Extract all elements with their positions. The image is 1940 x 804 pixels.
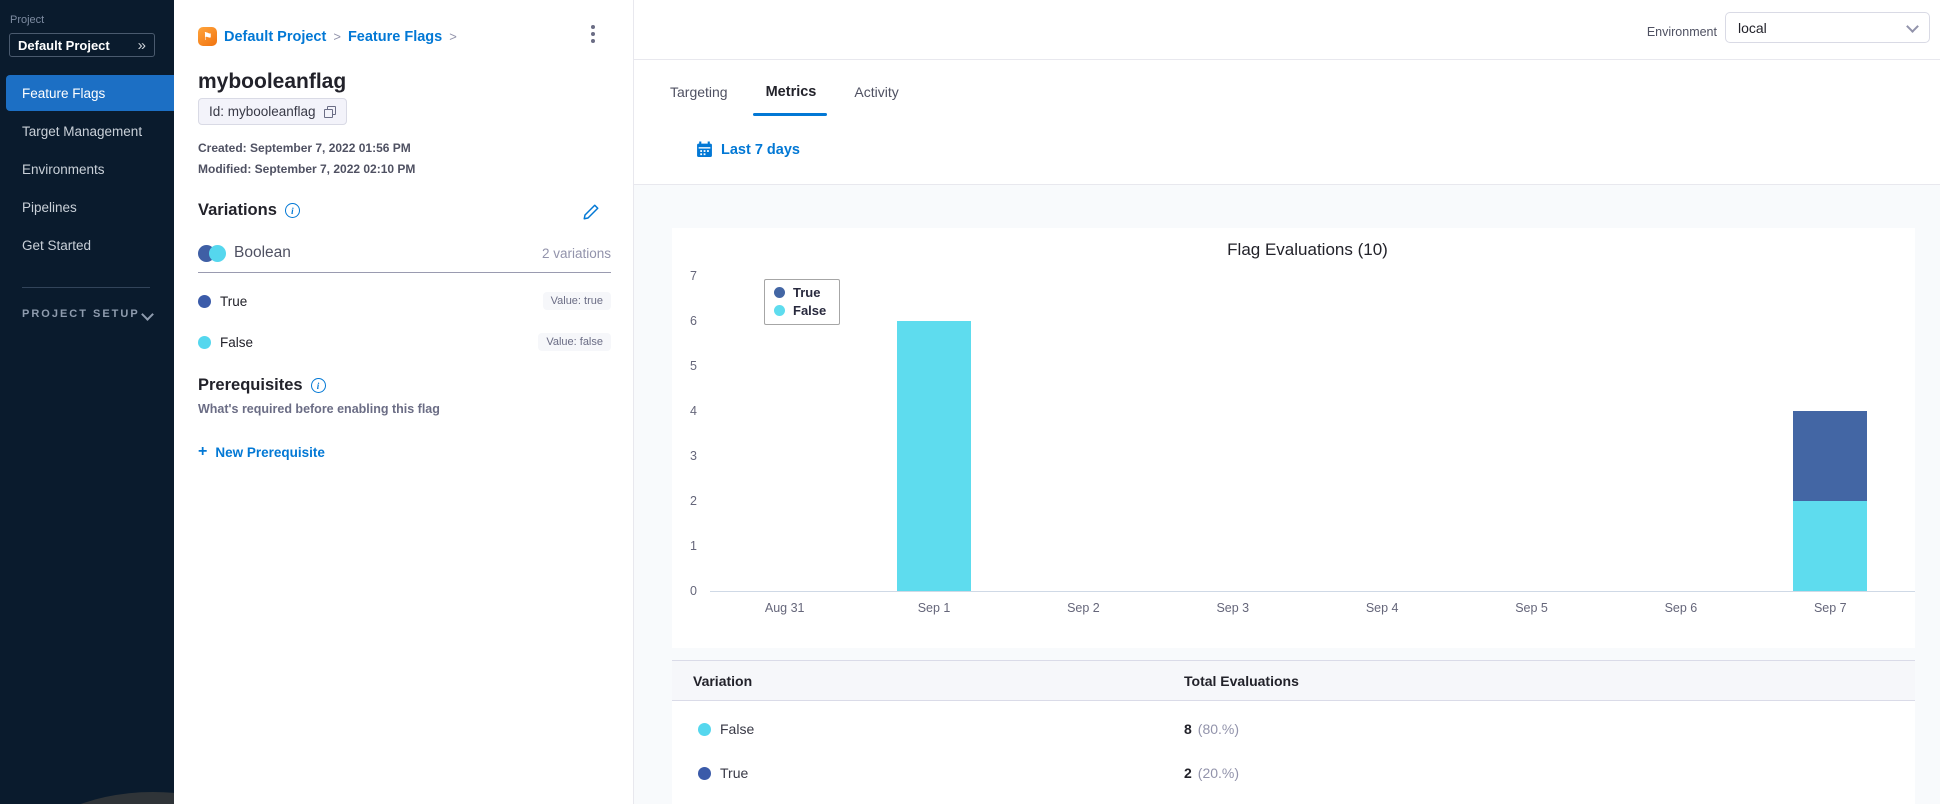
feature-flag-page: Project Default Project » Feature Flags … bbox=[0, 0, 1940, 804]
y-axis-tick-label: 7 bbox=[690, 269, 697, 283]
flag-title: mybooleanflag bbox=[198, 70, 347, 93]
variation-value-badge: Value: false bbox=[538, 333, 611, 351]
chart-legend: True False bbox=[764, 279, 841, 325]
x-axis-tick-label: Sep 7 bbox=[1813, 601, 1847, 615]
sidebar-divider bbox=[22, 287, 150, 288]
sidebar-nav: Feature Flags Target Management Environm… bbox=[0, 73, 174, 265]
plus-icon: + bbox=[198, 443, 208, 460]
true-variation-dot bbox=[198, 294, 211, 308]
metrics-main-area: Environment local Targeting Metrics Acti… bbox=[634, 0, 1940, 804]
prerequisites-title: Prerequisites bbox=[198, 376, 303, 394]
breadcrumb-separator: > bbox=[333, 29, 341, 44]
double-chevron-icon: » bbox=[137, 36, 146, 54]
total-evaluations-value: 2 bbox=[1184, 765, 1192, 781]
x-axis-tick-label: Aug 31 bbox=[764, 601, 805, 615]
y-axis-tick-label: 6 bbox=[690, 314, 697, 328]
prerequisites-description: What's required before enabling this fla… bbox=[198, 402, 440, 416]
total-evaluations-percent: (80.%) bbox=[1197, 721, 1240, 737]
x-axis-tick-label: Sep 5 bbox=[1515, 601, 1548, 615]
false-variation-dot bbox=[198, 335, 211, 349]
y-axis-tick-label: 0 bbox=[690, 584, 697, 598]
flag-id-text: Id: mybooleanflag bbox=[209, 104, 316, 119]
total-evaluations-value: 8 bbox=[1184, 721, 1192, 737]
x-axis-line bbox=[710, 591, 1915, 592]
sidebar-item-pipelines[interactable]: Pipelines bbox=[0, 189, 174, 225]
copy-icon[interactable] bbox=[323, 105, 336, 118]
prerequisites-heading: Prerequisites bbox=[198, 376, 326, 395]
sidebar-item-feature-flags[interactable]: Feature Flags bbox=[6, 75, 174, 111]
table-row-false: False 8 (80.%) bbox=[672, 707, 1915, 751]
table-header-variation: Variation bbox=[693, 672, 753, 689]
flag-id-badge: Id: mybooleanflag bbox=[198, 98, 347, 125]
project-setup-label: PROJECT SETUP bbox=[22, 308, 140, 320]
table-header-total-evaluations: Total Evaluations bbox=[1184, 672, 1299, 689]
variation-name: False bbox=[220, 334, 254, 350]
project-label: Project bbox=[10, 14, 45, 26]
variation-count: 2 variations bbox=[541, 245, 611, 261]
new-prerequisite-label: New Prerequisite bbox=[215, 444, 325, 460]
chevron-down-icon bbox=[141, 307, 154, 321]
y-axis-tick-label: 2 bbox=[690, 494, 697, 508]
bottom-left-decoration bbox=[28, 792, 174, 804]
info-icon[interactable] bbox=[284, 203, 300, 218]
legend-dot bbox=[774, 305, 785, 316]
breadcrumb-project-link[interactable]: Default Project bbox=[224, 29, 326, 45]
x-axis-tick-label: Sep 6 bbox=[1664, 601, 1698, 615]
legend-item-false[interactable]: False bbox=[774, 303, 826, 318]
table-row-true: True 2 (20.%) bbox=[672, 751, 1915, 795]
boolean-type-icon bbox=[198, 244, 226, 262]
false-variation-dot bbox=[698, 722, 711, 736]
flag-detail-panel: ⚑ Default Project > Feature Flags > mybo… bbox=[174, 0, 634, 804]
modified-timestamp: Modified: September 7, 2022 02:10 PM bbox=[198, 162, 416, 176]
sidebar-item-environments[interactable]: Environments bbox=[0, 151, 174, 187]
bar-segment-false bbox=[1793, 501, 1868, 591]
created-timestamp: Created: September 7, 2022 01:56 PM bbox=[198, 141, 411, 155]
variation-row-false: False Value: false bbox=[198, 333, 611, 351]
variation-row-true: True Value: true bbox=[198, 292, 611, 310]
y-axis-tick-label: 4 bbox=[690, 404, 697, 418]
legend-item-true[interactable]: True bbox=[774, 285, 826, 300]
sidebar-item-target-management[interactable]: Target Management bbox=[0, 113, 174, 149]
project-name: Default Project bbox=[18, 37, 110, 53]
project-selector[interactable]: Default Project » bbox=[9, 33, 155, 57]
new-prerequisite-button[interactable]: + New Prerequisite bbox=[198, 443, 325, 461]
variations-title: Variations bbox=[198, 201, 277, 219]
x-axis-tick-label: Sep 4 bbox=[1365, 601, 1399, 615]
variation-type-label: Boolean bbox=[234, 244, 291, 261]
legend-label: True bbox=[793, 285, 821, 300]
true-variation-dot bbox=[698, 766, 711, 780]
flag-options-menu-button[interactable] bbox=[584, 24, 602, 46]
y-axis-tick-label: 1 bbox=[690, 539, 697, 553]
legend-dot bbox=[774, 287, 785, 298]
variation-name: True bbox=[220, 293, 248, 309]
breadcrumb-separator: > bbox=[449, 29, 457, 44]
breadcrumb: ⚑ Default Project > Feature Flags > bbox=[198, 27, 457, 46]
variation-cell: True bbox=[720, 765, 749, 781]
y-axis-tick-label: 5 bbox=[690, 359, 697, 373]
table-header: Variation Total Evaluations bbox=[672, 660, 1915, 701]
feature-flags-module-icon: ⚑ bbox=[198, 27, 217, 46]
variations-heading: Variations bbox=[198, 201, 300, 220]
legend-label: False bbox=[793, 303, 827, 318]
variation-type-row: Boolean 2 variations bbox=[198, 244, 611, 262]
divider bbox=[198, 272, 611, 273]
evaluations-table: Variation Total Evaluations False 8 (80.… bbox=[672, 660, 1915, 804]
bar-segment-false bbox=[897, 321, 972, 591]
bar-segment-true bbox=[1793, 411, 1868, 501]
x-axis-tick-label: Sep 2 bbox=[1067, 601, 1100, 615]
y-axis-tick-label: 3 bbox=[690, 449, 697, 463]
variation-cell: False bbox=[720, 721, 755, 737]
sidebar: Project Default Project » Feature Flags … bbox=[0, 0, 174, 804]
info-icon[interactable] bbox=[310, 378, 326, 393]
breadcrumb-feature-flags-link[interactable]: Feature Flags bbox=[348, 29, 442, 45]
edit-variations-button[interactable] bbox=[582, 203, 600, 226]
variation-value-badge: Value: true bbox=[542, 292, 611, 310]
x-axis-tick-label: Sep 3 bbox=[1216, 601, 1250, 615]
x-axis-tick-label: Sep 1 bbox=[917, 601, 951, 615]
project-setup-section[interactable]: PROJECT SETUP bbox=[22, 307, 154, 321]
sidebar-item-get-started[interactable]: Get Started bbox=[0, 227, 174, 263]
total-evaluations-percent: (20.%) bbox=[1197, 765, 1240, 781]
